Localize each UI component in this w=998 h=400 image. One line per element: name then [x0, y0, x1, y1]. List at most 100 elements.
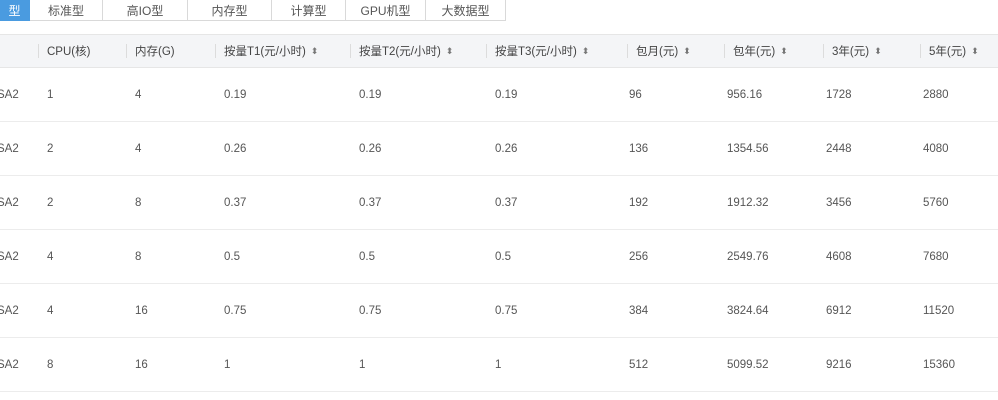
tab-label: 大数据型	[441, 3, 490, 18]
cell-model: SA2	[0, 250, 19, 263]
col-header-label: 包年(元)	[733, 46, 776, 58]
cell-5year: 11520	[923, 304, 955, 317]
col-header-label: 按量T3(元/小时)	[495, 46, 577, 58]
cell-model: SA2	[0, 304, 19, 317]
cell-3year: 6912	[826, 304, 852, 317]
cell-cpu: 2	[47, 196, 54, 209]
sort-icon[interactable]: ⬍	[971, 46, 979, 56]
cell-monthly: 512	[629, 358, 649, 371]
col-header-label: 3年(元)	[832, 46, 870, 58]
cell-5year: 2880	[923, 88, 949, 101]
col-header-label: CPU(核)	[47, 46, 91, 58]
col-header-yearly[interactable]: 包年(元) ⬍	[724, 35, 788, 67]
table-row: SA2 1 4 0.19 0.19 0.19 96 956.16 1728 28…	[0, 68, 998, 122]
cell-t1: 1	[224, 358, 231, 371]
col-header-label: 包月(元)	[636, 46, 679, 58]
cell-memory: 16	[135, 358, 148, 371]
col-header-label: 内存(G)	[135, 46, 175, 58]
cell-t1: 0.37	[224, 196, 247, 209]
cell-cpu: 1	[47, 88, 54, 101]
sort-icon[interactable]: ⬍	[446, 46, 454, 56]
cell-cpu: 4	[47, 304, 54, 317]
col-header-cpu: CPU(核)	[38, 35, 91, 67]
cell-t1: 0.75	[224, 304, 247, 317]
cell-memory: 4	[135, 142, 142, 155]
cell-t3: 0.26	[495, 142, 518, 155]
cell-t2: 0.5	[359, 250, 375, 263]
cell-yearly: 3824.64	[727, 304, 769, 317]
sort-icon[interactable]: ⬍	[582, 46, 590, 56]
sort-icon[interactable]: ⬍	[780, 46, 788, 56]
col-header-label: 按量T1(元/小时)	[224, 46, 306, 58]
cell-model: SA2	[0, 196, 19, 209]
cell-yearly: 1354.56	[727, 142, 769, 155]
cell-5year: 5760	[923, 196, 949, 209]
cell-monthly: 384	[629, 304, 649, 317]
cell-cpu: 4	[47, 250, 54, 263]
tab-big-data[interactable]: 大数据型	[426, 0, 506, 21]
tab-high-io[interactable]: 高IO型	[103, 0, 188, 21]
table-row: SA2 8 16 1 1 1 512 5099.52 9216 15360	[0, 338, 998, 392]
cell-t2: 0.19	[359, 88, 382, 101]
col-header-label: 5年(元)	[929, 46, 967, 58]
sort-icon[interactable]: ⬍	[683, 46, 691, 56]
cell-monthly: 96	[629, 88, 642, 101]
table-row: SA2 4 8 0.5 0.5 0.5 256 2549.76 4608 768…	[0, 230, 998, 284]
cell-memory: 8	[135, 196, 142, 209]
cell-cpu: 8	[47, 358, 54, 371]
instance-type-tabs: 型 标准型 高IO型 内存型 计算型 GPU机型 大数据型	[0, 0, 506, 21]
tab-label: 型	[8, 3, 21, 18]
col-header-monthly[interactable]: 包月(元) ⬍	[627, 35, 691, 67]
cell-3year: 3456	[826, 196, 852, 209]
cell-t2: 0.75	[359, 304, 382, 317]
table-row: SA2 2 8 0.37 0.37 0.37 192 1912.32 3456 …	[0, 176, 998, 230]
cell-yearly: 1912.32	[727, 196, 769, 209]
tab-label: 内存型	[211, 3, 248, 18]
tab-compute[interactable]: 计算型	[272, 0, 346, 21]
sort-icon[interactable]: ⬍	[311, 46, 319, 56]
tab-standard[interactable]: 标准型	[30, 0, 103, 21]
cell-t2: 0.26	[359, 142, 382, 155]
cell-monthly: 256	[629, 250, 649, 263]
tab-current[interactable]: 型	[0, 0, 30, 21]
col-header-ondemand-t3[interactable]: 按量T3(元/小时) ⬍	[486, 35, 590, 67]
tab-memory[interactable]: 内存型	[188, 0, 272, 21]
cell-t1: 0.19	[224, 88, 247, 101]
tab-label: GPU机型	[360, 3, 411, 18]
cell-yearly: 956.16	[727, 88, 763, 101]
cell-memory: 16	[135, 304, 148, 317]
cell-t2: 1	[359, 358, 366, 371]
cell-3year: 4608	[826, 250, 852, 263]
tab-label: 标准型	[47, 3, 84, 18]
tab-label: 计算型	[290, 3, 327, 18]
cell-memory: 4	[135, 88, 142, 101]
cell-cpu: 2	[47, 142, 54, 155]
col-header-3year[interactable]: 3年(元) ⬍	[823, 35, 882, 67]
tab-gpu[interactable]: GPU机型	[346, 0, 426, 21]
cell-t3: 0.37	[495, 196, 518, 209]
sort-icon[interactable]: ⬍	[874, 46, 882, 56]
cell-t3: 0.19	[495, 88, 518, 101]
col-header-memory: 内存(G)	[126, 35, 175, 67]
cell-5year: 4080	[923, 142, 949, 155]
cell-model: SA2	[0, 358, 19, 371]
cell-t1: 0.5	[224, 250, 240, 263]
cell-memory: 8	[135, 250, 142, 263]
tab-label: 高IO型	[126, 3, 164, 18]
cell-model: SA2	[0, 142, 19, 155]
price-table: CPU(核) 内存(G) 按量T1(元/小时) ⬍ 按量T2(元/小时) ⬍ 按量T…	[0, 34, 998, 392]
cell-yearly: 2549.76	[727, 250, 769, 263]
cell-model: SA2	[0, 88, 19, 101]
cell-5year: 15360	[923, 358, 955, 371]
col-header-5year[interactable]: 5年(元) ⬍	[920, 35, 979, 67]
cell-3year: 2448	[826, 142, 852, 155]
table-header: CPU(核) 内存(G) 按量T1(元/小时) ⬍ 按量T2(元/小时) ⬍ 按量T…	[0, 34, 998, 68]
cell-3year: 1728	[826, 88, 852, 101]
cell-5year: 7680	[923, 250, 949, 263]
cell-monthly: 192	[629, 196, 649, 209]
cell-t3: 0.5	[495, 250, 511, 263]
col-header-ondemand-t2[interactable]: 按量T2(元/小时) ⬍	[350, 35, 454, 67]
cell-3year: 9216	[826, 358, 852, 371]
cell-t1: 0.26	[224, 142, 247, 155]
col-header-ondemand-t1[interactable]: 按量T1(元/小时) ⬍	[215, 35, 319, 67]
